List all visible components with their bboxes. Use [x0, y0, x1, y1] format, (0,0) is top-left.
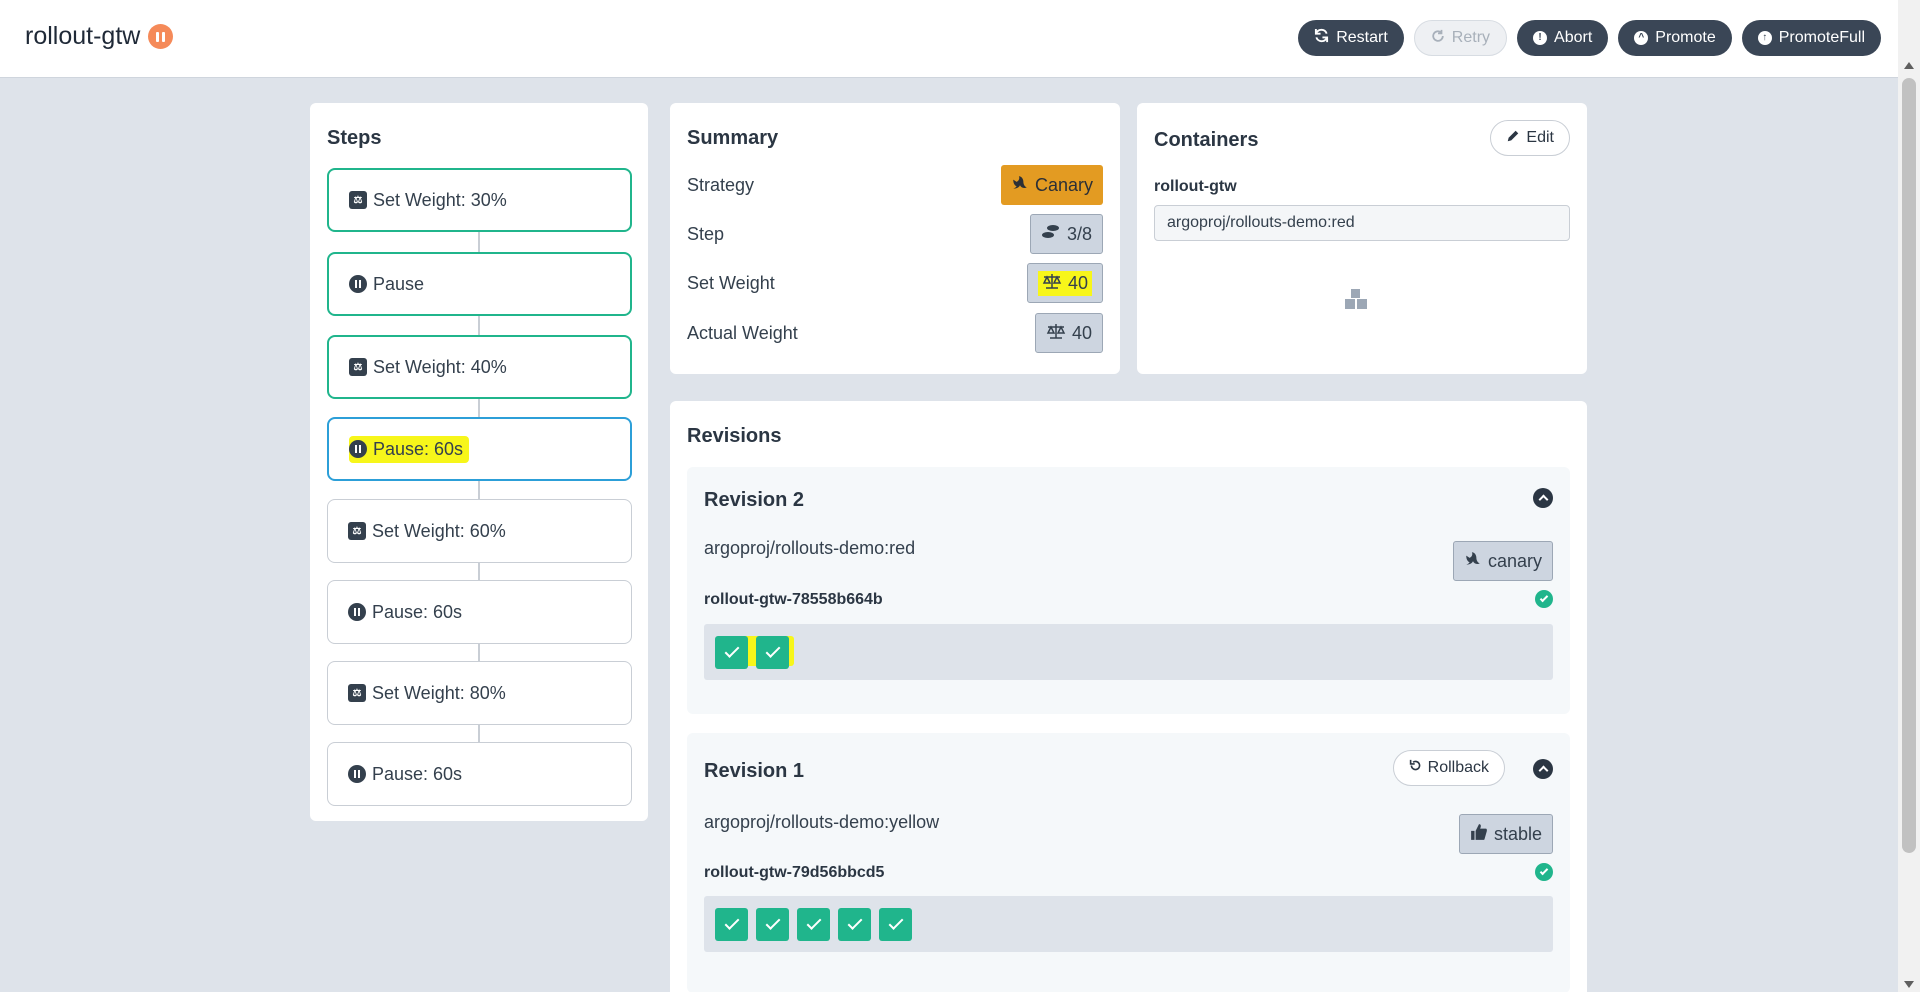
containers-panel: Containers Edit rollout-gtw argoproj/rol…	[1137, 103, 1587, 374]
revision-title: Revision 2	[704, 489, 805, 511]
container-image-field[interactable]: argoproj/rollouts-demo:red	[1154, 205, 1570, 241]
summary-actual-weight-row: Actual Weight 40	[687, 313, 1103, 353]
step-connector	[478, 562, 480, 582]
steps-title: Steps	[327, 127, 382, 149]
revision-image: argoproj/rollouts-demo:yellow	[704, 812, 940, 832]
step-set-weight-60[interactable]: ⚖ Set Weight: 60%	[327, 499, 632, 563]
bird-icon	[1011, 174, 1029, 197]
step-connector	[478, 481, 480, 501]
steps-panel: Steps ⚖ Set Weight: 30% Pause ⚖ Set Weig…	[310, 103, 648, 821]
scale-icon: ⚖	[348, 522, 366, 540]
chevron-up-icon: ^	[1634, 31, 1649, 45]
revision-image: argoproj/rollouts-demo:red	[704, 538, 916, 558]
step-connector	[478, 724, 480, 744]
summary-strategy-row: Strategy Canary	[687, 165, 1103, 205]
set-weight-label: Set Weight	[687, 272, 775, 293]
scale-icon: ⚖	[349, 191, 367, 209]
collapse-icon[interactable]	[1533, 488, 1553, 508]
edit-button[interactable]: Edit	[1490, 120, 1570, 156]
strategy-badge: Canary	[1000, 165, 1103, 205]
scale-icon: ⚖	[349, 358, 367, 376]
scroll-thumb[interactable]	[1902, 78, 1916, 853]
bird-icon	[1464, 550, 1482, 573]
replicaset-name: rollout-gtw-78558b664b	[704, 591, 883, 608]
healthy-check-icon	[1535, 590, 1553, 608]
summary-set-weight-row: Set Weight 40	[687, 263, 1103, 303]
abort-button[interactable]: ! Abort	[1517, 20, 1609, 56]
balance-scale-icon	[1046, 323, 1066, 344]
restart-icon	[1314, 28, 1329, 48]
strategy-label: Strategy	[687, 174, 755, 195]
revisions-panel: Revisions Revision 2 argoproj/rollouts-d…	[670, 401, 1587, 992]
set-weight-badge: 40	[1026, 263, 1103, 303]
step-pause[interactable]: Pause	[327, 252, 632, 316]
top-bar: rollout-gtw Restart Retry ! Abort ^ Prom…	[0, 0, 1898, 78]
boxes-icon	[1344, 288, 1368, 315]
step-set-weight-30[interactable]: ⚖ Set Weight: 30%	[327, 168, 632, 232]
step-pause-60s[interactable]: Pause: 60s	[327, 580, 632, 644]
restart-button[interactable]: Restart	[1298, 20, 1404, 56]
stable-badge: stable	[1458, 814, 1553, 854]
scale-icon: ⚖	[348, 684, 366, 702]
actual-weight-badge: 40	[1034, 313, 1103, 353]
replicaset-name: rollout-gtw-79d56bbcd5	[704, 864, 885, 881]
summary-step-row: Step 3/8	[687, 214, 1103, 254]
containers-title: Containers	[1154, 129, 1259, 151]
rollback-button[interactable]: Rollback	[1392, 750, 1505, 786]
pause-icon	[349, 275, 367, 293]
revisions-title: Revisions	[687, 425, 782, 447]
promote-full-button[interactable]: ↑ PromoteFull	[1741, 20, 1881, 56]
promote-button[interactable]: ^ Promote	[1618, 20, 1732, 56]
step-set-weight-40[interactable]: ⚖ Set Weight: 40%	[327, 335, 632, 399]
pencil-icon	[1506, 129, 1520, 148]
thumbs-up-icon	[1470, 823, 1488, 846]
step-connector	[478, 643, 480, 663]
step-set-weight-80[interactable]: ⚖ Set Weight: 80%	[327, 661, 632, 725]
scroll-down-icon[interactable]	[1904, 981, 1914, 988]
scroll-up-icon[interactable]	[1904, 62, 1914, 69]
summary-title: Summary	[687, 127, 779, 149]
revision-card: Revision 2 argoproj/rollouts-demo:red ca…	[687, 467, 1570, 714]
step-pause-60s-last[interactable]: Pause: 60s	[327, 742, 632, 806]
step-connector	[478, 316, 480, 336]
balance-scale-icon	[1042, 273, 1062, 294]
retry-button[interactable]: Retry	[1413, 20, 1508, 56]
action-buttons: Restart Retry ! Abort ^ Promote ↑ Promot…	[1298, 20, 1881, 56]
pods-container	[704, 624, 1553, 680]
pause-icon	[348, 603, 366, 621]
exclamation-icon: !	[1533, 31, 1548, 45]
retry-icon	[1431, 29, 1445, 48]
summary-panel: Summary Strategy Canary Step 3/8 Set Wei…	[670, 103, 1120, 374]
healthy-check-icon	[1535, 863, 1553, 881]
pod-check-icon[interactable]	[879, 907, 912, 941]
pause-icon	[349, 440, 367, 458]
pod-check-icon[interactable]	[756, 635, 789, 669]
rollout-title: rollout-gtw	[25, 22, 174, 51]
actual-weight-label: Actual Weight	[687, 322, 798, 343]
paused-status-icon	[148, 24, 174, 49]
revision-title: Revision 1	[704, 760, 805, 782]
revision-card: Revision 1 Rollback argoproj/rollouts-de…	[687, 733, 1570, 992]
step-badge: 3/8	[1029, 214, 1103, 254]
arrow-up-icon: ↑	[1757, 31, 1772, 45]
shoe-prints-icon	[1041, 224, 1061, 245]
canary-badge: canary	[1452, 541, 1553, 581]
step-label: Step	[687, 223, 725, 244]
step-pause-60s-current[interactable]: Pause: 60s	[327, 417, 632, 481]
pod-check-icon[interactable]	[715, 907, 748, 941]
container-name: rollout-gtw	[1154, 178, 1237, 195]
pods-container	[704, 896, 1553, 952]
pod-check-icon[interactable]	[756, 907, 789, 941]
scrollbar[interactable]	[1898, 0, 1920, 992]
pod-check-icon[interactable]	[838, 907, 871, 941]
step-connector	[478, 399, 480, 419]
undo-icon	[1409, 759, 1422, 777]
pod-check-icon[interactable]	[715, 635, 748, 669]
step-connector	[478, 232, 480, 252]
pod-check-icon[interactable]	[797, 907, 830, 941]
rollout-name: rollout-gtw	[25, 22, 141, 50]
pause-icon	[348, 765, 366, 783]
collapse-icon[interactable]	[1533, 759, 1553, 779]
